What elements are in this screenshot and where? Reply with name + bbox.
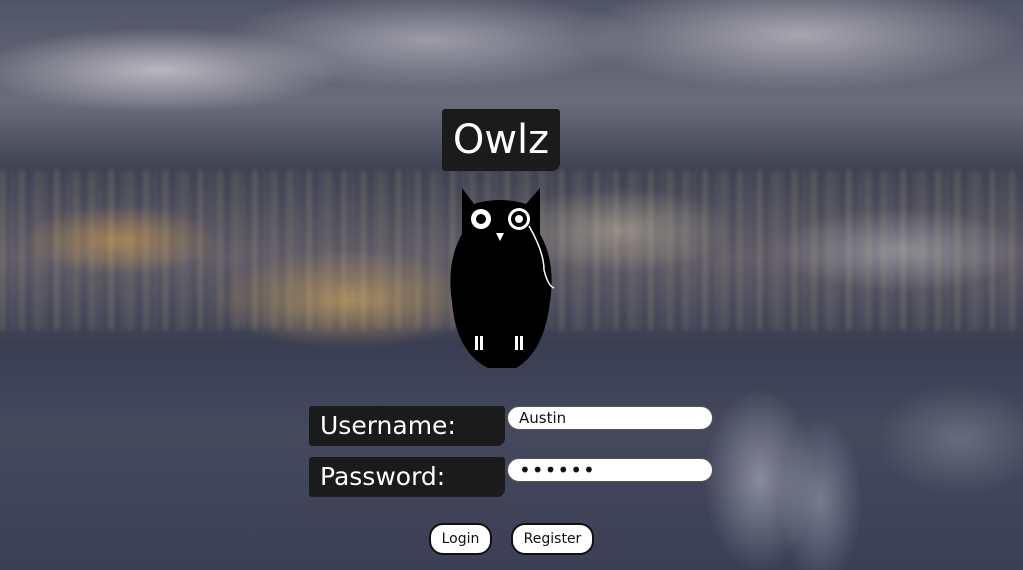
username-input[interactable] <box>507 406 713 430</box>
password-label: Password: <box>309 457 505 497</box>
username-label: Username: <box>309 406 505 446</box>
login-button[interactable]: Login <box>429 523 492 555</box>
app-title: Owlz <box>442 109 560 171</box>
owl-logo-icon <box>444 182 556 372</box>
password-input[interactable] <box>507 458 713 482</box>
register-button[interactable]: Register <box>511 523 594 555</box>
